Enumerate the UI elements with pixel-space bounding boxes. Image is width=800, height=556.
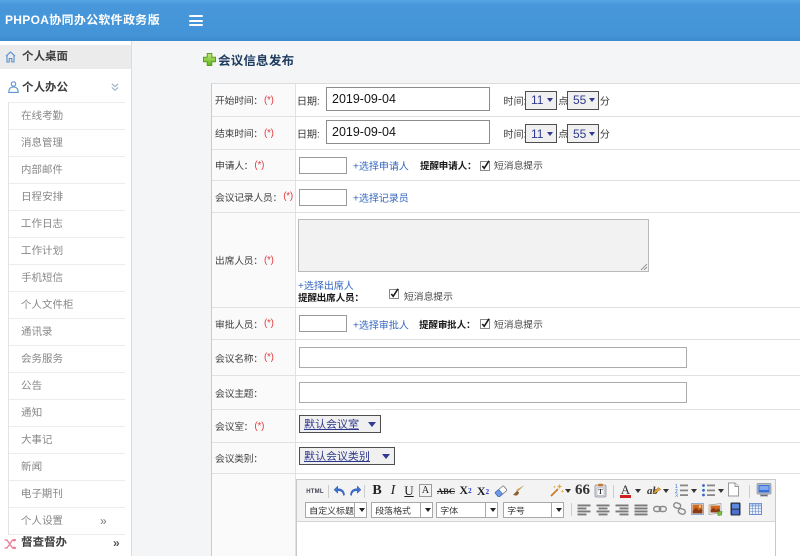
svg-text:T: T xyxy=(598,488,603,496)
svg-text:3: 3 xyxy=(675,494,678,498)
